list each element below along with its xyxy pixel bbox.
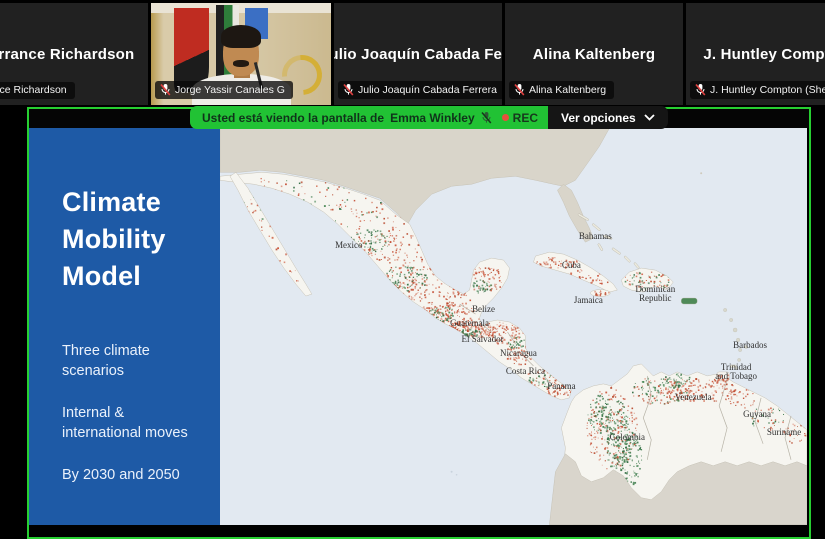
participant-badge-label: Alina Kaltenberg [529, 84, 606, 96]
participant-tile-jorge[interactable]: Jorge Yassir Canales G [151, 3, 331, 105]
map-country-label: Belize [472, 304, 495, 314]
muted-mic-icon [343, 83, 354, 96]
slide-bullet: Internal & international moves [62, 403, 202, 443]
participant-badge: Alina Kaltenberg [509, 81, 614, 99]
participant-tile-terrance[interactable]: Terrance Richardson errance Richardson [0, 3, 148, 105]
map-country-label: Guyana [743, 409, 771, 419]
map-country-label: Suriname [767, 427, 801, 437]
view-options-button[interactable]: Ver opciones [548, 106, 668, 129]
participant-badge: J. Huntley Compton (She, H [690, 81, 825, 99]
meeting-window: { "meeting": { "tiles": [ {"display_name… [0, 0, 825, 525]
slide-title: Climate Mobility Model [62, 184, 202, 295]
participant-tile-huntley[interactable]: J. Huntley Compton J. Huntley Compton (S… [686, 3, 825, 105]
muted-mic-icon [481, 111, 492, 124]
muted-mic-icon [514, 83, 525, 96]
rec-dot-icon [502, 114, 509, 121]
map-country-label: DominicanRepublic [635, 284, 675, 303]
map-country-label: Barbados [733, 340, 767, 350]
slide-text-panel: Climate Mobility Model Three climate sce… [29, 128, 220, 525]
participant-badge-label: Julio Joaquín Cabada Ferrera [358, 84, 497, 96]
map-country-label: Jamaica [574, 295, 603, 305]
recording-indicator: REC [502, 111, 538, 125]
shared-screen: Climate Mobility Model Three climate sce… [27, 107, 811, 539]
chevron-down-icon [644, 114, 655, 121]
slide-bullet: By 2030 and 2050 [62, 465, 202, 485]
screen-share-banner: Usted está viendo la pantalla de Emma Wi… [190, 106, 668, 129]
participant-badge-label: Jorge Yassir Canales G [175, 84, 285, 96]
rec-label: REC [513, 111, 538, 125]
map-country-label: Nicaragua [500, 348, 537, 358]
participant-badge-label: errance Richardson [0, 84, 67, 96]
map-country-label: Trinidadand Tobago [715, 362, 757, 381]
participant-badge: Julio Joaquín Cabada Ferrera [338, 81, 502, 99]
map-country-label: Mexico [335, 240, 363, 250]
participant-tile-alina[interactable]: Alina Kaltenberg Alina Kaltenberg [505, 3, 683, 105]
map-country-label: Cuba [562, 260, 581, 270]
map-country-label: Guatemala [450, 318, 489, 328]
map-country-label: Costa Rica [506, 366, 545, 376]
muted-mic-icon [695, 83, 706, 96]
participant-badge-label: J. Huntley Compton (She, H [710, 84, 825, 96]
map-country-label: Colombia [610, 432, 645, 442]
climate-mobility-map: Mexico Bahamas Cuba Jamaica DominicanRepubli… [220, 128, 807, 525]
participant-badge: errance Richardson [0, 82, 75, 99]
slide-bullet: Three climate scenarios [62, 341, 202, 381]
presentation-slide: Climate Mobility Model Three climate sce… [29, 128, 807, 525]
screen-share-message: Usted está viendo la pantalla de Emma Wi… [190, 106, 548, 129]
map-svg: Mexico Bahamas Cuba Jamaica DominicanRepubli… [220, 128, 807, 525]
presenter-name: Emma Winkley [390, 111, 475, 125]
view-options-label: Ver opciones [561, 111, 636, 125]
participant-tile-julio[interactable]: Julio Joaquín Cabada Fe... Julio Joaquín… [334, 3, 502, 105]
map-country-label: El Salvador [462, 334, 504, 344]
map-country-label: Venezuela [675, 392, 712, 402]
muted-mic-icon [160, 83, 171, 96]
map-country-label: Panama [547, 381, 575, 391]
share-banner-text: Usted está viendo la pantalla de [202, 111, 384, 125]
participant-badge: Jorge Yassir Canales G [155, 81, 293, 99]
map-country-label: Bahamas [579, 231, 612, 241]
